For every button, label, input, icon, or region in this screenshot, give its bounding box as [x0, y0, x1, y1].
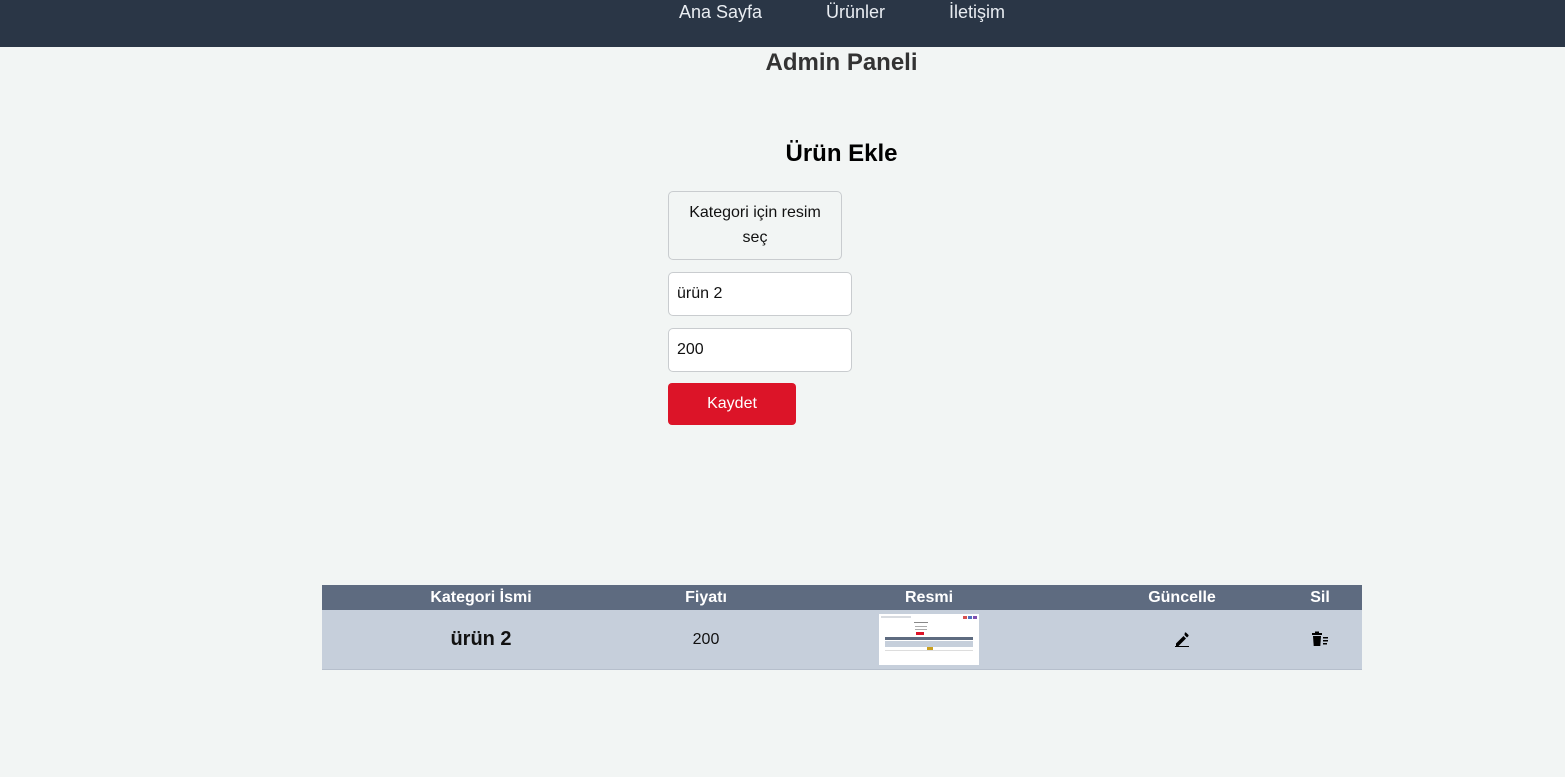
add-product-title: Ürün Ekle [785, 140, 898, 167]
nav-link-products[interactable]: Ürünler [826, 2, 885, 22]
products-table: Kategori İsmi Fiyatı Resmi Güncelle Sil … [322, 585, 1362, 669]
cell-product-price: 200 [640, 610, 772, 669]
cell-delete [1278, 610, 1362, 669]
cell-product-image [772, 610, 1086, 669]
page-title: Admin Paneli [765, 49, 918, 76]
product-name-input[interactable] [668, 272, 852, 316]
choose-image-button[interactable]: Kategori için resim seç [668, 191, 842, 260]
nav-link-contact[interactable]: İletişim [949, 2, 1005, 22]
table-row: ürün 2 200 [322, 610, 1362, 669]
header-update: Güncelle [1086, 585, 1278, 610]
cell-product-name: ürün 2 [322, 610, 640, 669]
save-button[interactable]: Kaydet [668, 383, 796, 425]
nav-link-home[interactable]: Ana Sayfa [679, 2, 762, 22]
cell-update [1086, 610, 1278, 669]
product-image-thumbnail [879, 614, 979, 665]
trash-icon[interactable] [1311, 631, 1329, 647]
product-price-input[interactable] [668, 328, 852, 372]
product-price: 200 [692, 630, 720, 648]
top-navbar: Ana Sayfa Ürünler İletişim [0, 0, 1565, 47]
table-header-row: Kategori İsmi Fiyatı Resmi Güncelle Sil [322, 585, 1362, 610]
pencil-icon[interactable] [1174, 631, 1190, 648]
table-row-divider [322, 669, 1362, 670]
header-price: Fiyatı [640, 585, 772, 610]
header-category-name: Kategori İsmi [322, 585, 640, 610]
header-delete: Sil [1278, 585, 1362, 610]
product-name: ürün 2 [450, 628, 512, 650]
header-image: Resmi [772, 585, 1086, 610]
